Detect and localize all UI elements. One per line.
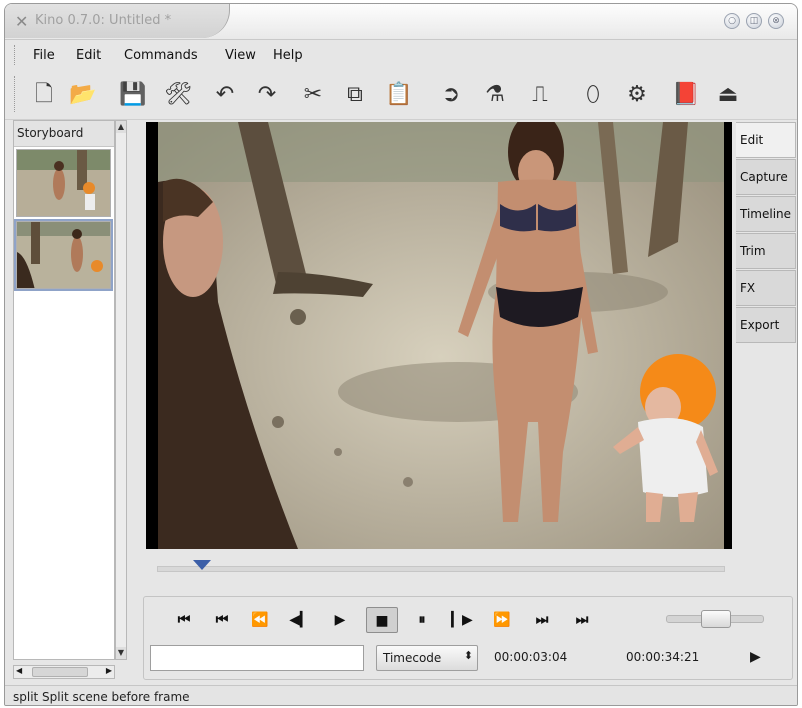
storyboard-thumbnail[interactable] xyxy=(16,149,111,217)
title-tab: ✕ Kino 0.7.0: Untitled * xyxy=(5,4,230,38)
preferences-icon[interactable]: 🛠 xyxy=(163,80,193,110)
fast-forward-button[interactable]: ⏩ xyxy=(486,607,518,633)
storyboard-thumbnail-selected[interactable] xyxy=(14,219,113,291)
copy-icon[interactable]: ⧉ xyxy=(340,80,370,110)
shuttle-knob[interactable] xyxy=(701,610,731,628)
insert-file-icon[interactable]: ➲ xyxy=(436,80,466,110)
video-preview[interactable] xyxy=(146,122,732,549)
scroll-thumb[interactable] xyxy=(32,667,88,677)
menu-commands-label: Commands xyxy=(124,48,198,63)
kino-logo-icon: ✕ xyxy=(15,12,29,31)
end-of-movie-button[interactable]: ⏭ xyxy=(566,607,598,633)
play-arrow-icon[interactable]: ▶ xyxy=(750,649,761,665)
undo-icon[interactable]: ↶ xyxy=(210,80,240,110)
redo-icon[interactable]: ↷ xyxy=(252,80,282,110)
previous-frame-button[interactable]: ◀▎ xyxy=(284,607,316,633)
tab-trim[interactable]: Trim xyxy=(736,233,796,269)
scrubber[interactable] xyxy=(157,560,725,574)
tab-edit[interactable]: Edit xyxy=(736,122,796,158)
storyboard-vertical-scrollbar[interactable]: ▲ ▼ xyxy=(115,120,127,660)
menu-bar: File Edit Commands View Help xyxy=(5,41,797,69)
video-frame-image xyxy=(158,122,724,549)
close-icon[interactable]: ⊗ xyxy=(768,13,784,29)
book-icon[interactable]: 📕 xyxy=(671,80,701,110)
next-scene-button[interactable]: ⏭ xyxy=(526,607,558,633)
status-bar: split Split scene before frame xyxy=(5,685,797,705)
tab-export[interactable]: Export xyxy=(736,307,796,343)
maximize-icon[interactable]: ◫ xyxy=(746,13,762,29)
storyboard-horizontal-scrollbar[interactable]: ◀ ▶ xyxy=(13,665,115,679)
split-scene-icon[interactable]: ⚗ xyxy=(480,80,510,110)
cut-icon[interactable]: ✂ xyxy=(298,80,328,110)
menu-view[interactable]: View xyxy=(225,48,256,63)
toolbar-grip[interactable] xyxy=(14,76,18,112)
next-frame-button[interactable]: ▎▶ xyxy=(446,607,478,633)
tab-capture[interactable]: Capture xyxy=(736,159,796,195)
menu-help[interactable]: Help xyxy=(273,48,303,63)
menu-edit[interactable]: Edit xyxy=(76,48,101,63)
total-time: 00:00:34:21 xyxy=(626,650,700,664)
open-icon[interactable]: 📂 xyxy=(68,80,98,110)
menu-commands[interactable]: Commands xyxy=(124,48,198,63)
previous-scene-button[interactable]: ⏮ xyxy=(206,607,238,633)
title-bar[interactable]: ✕ Kino 0.7.0: Untitled * ○ ◫ ⊗ xyxy=(5,4,797,40)
start-of-movie-button[interactable]: ⏮ xyxy=(168,607,200,633)
toolbar: 🗋 📂 💾 🛠 ↶ ↷ ✂ ⧉ 📋 ➲ ⚗ ⎍ ⬯ ⚙ 📕 ⏏ xyxy=(5,70,797,120)
command-entry[interactable] xyxy=(150,645,364,671)
tab-timeline[interactable]: Timeline xyxy=(736,196,796,232)
page-tabs: Edit Capture Timeline Trim FX Export xyxy=(736,122,796,344)
menu-help-label: Help xyxy=(273,48,303,63)
status-text: split Split scene before frame xyxy=(13,690,190,704)
timecode-select-label: Timecode xyxy=(383,651,442,665)
paste-icon[interactable]: 📋 xyxy=(384,80,414,110)
scroll-up-icon[interactable]: ▲ xyxy=(116,121,126,133)
pause-button[interactable]: ⏸ xyxy=(406,607,438,633)
storyboard-panel: Storyboard xyxy=(13,120,115,660)
video-frame xyxy=(158,122,724,549)
timecode-select[interactable]: Timecode ⬍ xyxy=(376,645,478,671)
menu-view-label: View xyxy=(225,48,256,63)
publish-icon[interactable]: ⚙ xyxy=(622,80,652,110)
save-icon[interactable]: 💾 xyxy=(118,80,148,110)
menu-edit-label: Edit xyxy=(76,48,102,63)
join-scenes-icon[interactable]: ⎍ xyxy=(525,80,555,110)
updown-arrow-icon: ⬍ xyxy=(463,649,473,662)
menu-grip[interactable] xyxy=(14,45,18,65)
scroll-left-icon[interactable]: ◀ xyxy=(16,666,22,675)
thumbnail-image xyxy=(17,150,110,216)
transport-panel: ⏮ ⏮ ⏪ ◀▎ ▶ ■ ⏸ ▎▶ ⏩ ⏭ ⏭ Timecode ⬍ 00:00:03:04 00:… xyxy=(143,596,793,680)
marker-icon[interactable]: ⬯ xyxy=(578,80,608,110)
main-window: ✕ Kino 0.7.0: Untitled * ○ ◫ ⊗ File Edit… xyxy=(4,3,798,706)
play-button[interactable]: ▶ xyxy=(324,607,356,633)
current-time: 00:00:03:04 xyxy=(494,650,568,664)
minimize-icon[interactable]: ○ xyxy=(724,13,740,29)
window-title: Kino 0.7.0: Untitled * xyxy=(35,13,172,28)
scrubber-marker-icon[interactable] xyxy=(193,560,211,570)
tab-fx[interactable]: FX xyxy=(736,270,796,306)
new-icon[interactable]: 🗋 xyxy=(29,80,59,110)
scroll-right-icon[interactable]: ▶ xyxy=(106,666,112,675)
thumbnail-image xyxy=(17,222,110,288)
shuttle-slider[interactable] xyxy=(666,610,764,628)
exit-icon[interactable]: ⏏ xyxy=(713,80,743,110)
rewind-button[interactable]: ⏪ xyxy=(244,607,276,633)
stop-button[interactable]: ■ xyxy=(366,607,398,633)
menu-file-label: File xyxy=(33,48,55,63)
menu-file[interactable]: File xyxy=(33,48,55,63)
storyboard-header: Storyboard xyxy=(14,121,114,147)
scrubber-track[interactable] xyxy=(157,566,725,572)
scroll-down-icon[interactable]: ▼ xyxy=(116,647,126,659)
